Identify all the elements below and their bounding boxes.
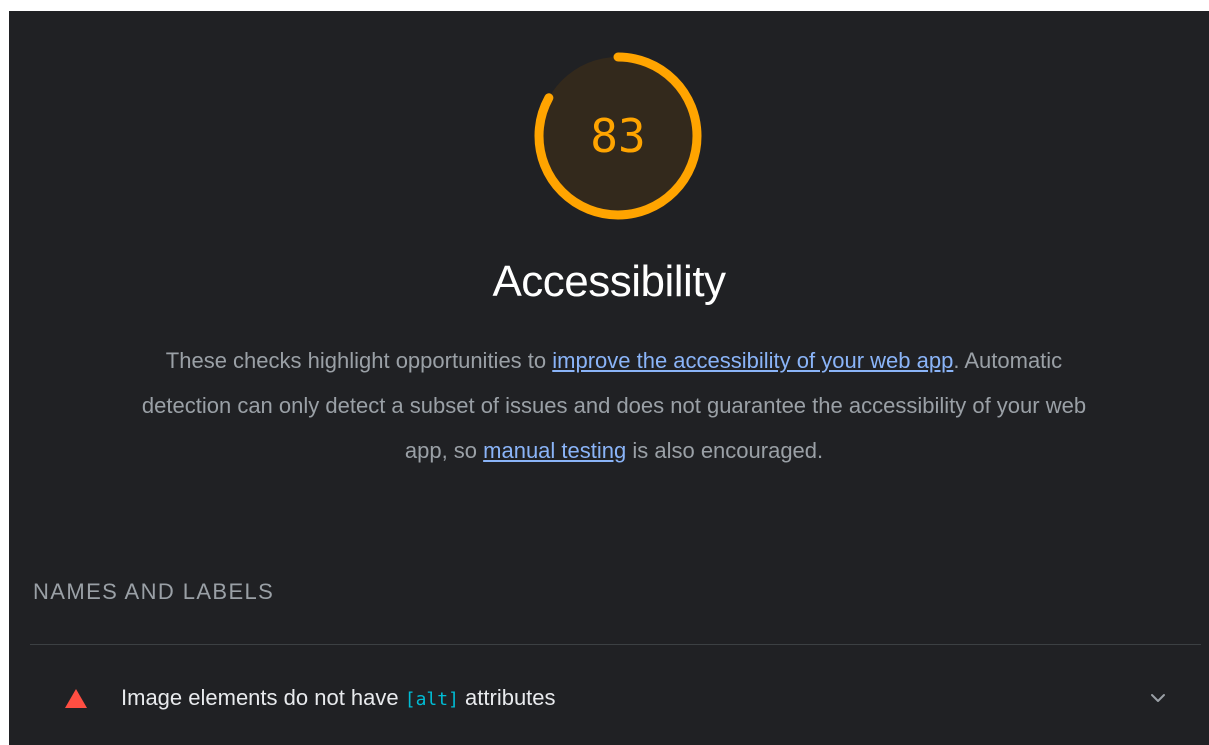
score-gauge[interactable]: 83 <box>529 47 707 225</box>
audit-title-code: [alt] <box>404 689 459 710</box>
improve-accessibility-link[interactable]: improve the accessibility of your web ap… <box>552 348 953 373</box>
chevron-down-icon[interactable] <box>1147 687 1169 709</box>
audit-title: Image elements do not have [alt] attribu… <box>121 685 556 711</box>
category-title: Accessibility <box>492 257 726 306</box>
description-text-3: is also encouraged. <box>626 438 824 463</box>
score-value: 83 <box>590 109 646 163</box>
accessibility-report-panel: 83 Accessibility These checks highlight … <box>9 11 1209 745</box>
audit-item-image-alt[interactable]: Image elements do not have [alt] attribu… <box>30 645 1201 745</box>
audit-title-before: Image elements do not have <box>121 685 405 710</box>
triangle-fail-icon <box>65 689 87 708</box>
description-text-1: These checks highlight opportunities to <box>165 348 553 373</box>
manual-testing-link[interactable]: manual testing <box>483 438 626 463</box>
category-description: These checks highlight opportunities to … <box>139 338 1089 473</box>
section-title-names-and-labels: NAMES AND LABELS <box>33 579 275 604</box>
audit-title-after: attributes <box>458 685 556 710</box>
